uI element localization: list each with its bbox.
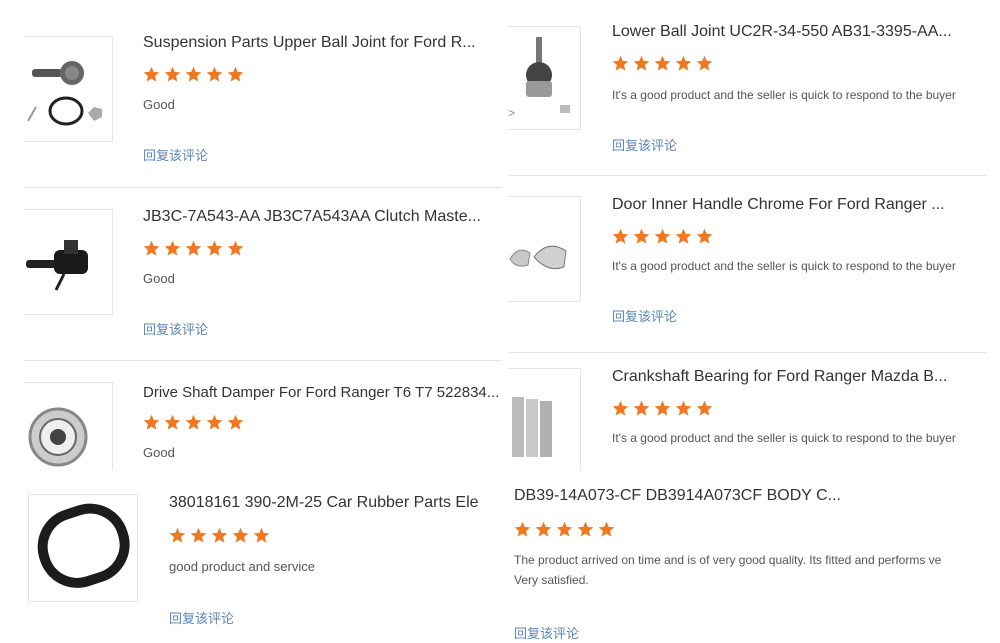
star-icon [535,521,552,537]
clutch-master-cylinder-image[interactable] [24,209,113,315]
ball-joint-lower-image[interactable]: > [508,26,581,130]
star-icon [696,228,713,244]
star-icon [654,55,671,71]
star-icon [206,414,223,430]
reply-link[interactable]: 回复该评论 [143,319,208,338]
star-icon [169,527,186,543]
rating-stars [169,527,270,544]
star-icon [206,240,223,256]
drive-shaft-damper-image[interactable] [24,382,113,470]
star-icon [556,521,573,537]
review-comment: good product and service [169,559,315,574]
review-card: Drive Shaft Damper For Ford Ranger T6 T7… [24,364,502,470]
star-icon [185,240,202,256]
rating-stars [612,228,713,245]
review-comment: Good [143,97,175,112]
review-product-title[interactable]: JB3C-7A543-AA JB3C7A543AA Clutch Maste..… [143,208,501,226]
rating-stars [612,400,713,417]
star-icon [185,66,202,82]
rating-stars [143,240,244,257]
star-icon [654,228,671,244]
review-card: JB3C-7A543-AA JB3C7A543AA Clutch Maste..… [24,190,502,361]
star-icon [633,228,650,244]
door-handle-image[interactable] [508,196,581,302]
star-icon [612,400,629,416]
star-icon [190,527,207,543]
star-icon [185,414,202,430]
star-icon [253,527,270,543]
star-icon [675,228,692,244]
svg-text:>: > [508,106,515,120]
star-icon [143,66,160,82]
star-icon [633,400,650,416]
review-card: > Lower Ball Joint UC2R-34-550 AB31-3395… [508,10,986,176]
review-comment-line-2: Very satisfied. [514,573,589,587]
star-icon [143,414,160,430]
reply-link[interactable]: 回复该评论 [143,145,208,164]
review-product-title[interactable]: Lower Ball Joint UC2R-34-550 AB31-3395-A… [612,23,972,41]
reply-link[interactable]: 回复该评论 [169,608,234,627]
divider [508,352,986,353]
star-icon [164,66,181,82]
review-product-title[interactable]: Suspension Parts Upper Ball Joint for Fo… [143,34,501,52]
star-icon [612,55,629,71]
review-comment: The product arrived on time and is of ve… [514,553,942,567]
rating-stars [514,521,615,538]
review-product-title[interactable]: Crankshaft Bearing for Ford Ranger Mazda… [612,368,972,386]
review-comment: It's a good product and the seller is qu… [612,88,956,102]
star-icon [143,240,160,256]
star-icon [577,521,594,537]
star-icon [227,414,244,430]
divider [508,175,986,176]
review-card: Crankshaft Bearing for Ford Ranger Mazda… [508,354,986,470]
star-icon [164,240,181,256]
star-icon [227,240,244,256]
reply-link[interactable]: 回复该评论 [612,135,677,154]
divider [24,360,502,361]
review-card: Suspension Parts Upper Ball Joint for Fo… [24,20,502,188]
divider [24,187,502,188]
star-icon [598,521,615,537]
review-product-title[interactable]: Door Inner Handle Chrome For Ford Ranger… [612,196,972,214]
review-comment: Good [143,445,175,460]
review-card: 38018161 390-2M-25 Car Rubber Parts Ele … [0,472,504,643]
review-card: Door Inner Handle Chrome For Ford Ranger… [508,182,986,353]
star-icon [211,527,228,543]
review-comment: It's a good product and the seller is qu… [612,431,956,445]
star-icon [675,55,692,71]
rating-stars [612,55,713,72]
star-icon [696,55,713,71]
star-icon [164,414,181,430]
review-card: DB39-14A073-CF DB3914A073CF BODY C... Th… [504,472,1000,643]
star-icon [633,55,650,71]
star-icon [227,66,244,82]
review-product-title[interactable]: 38018161 390-2M-25 Car Rubber Parts Ele [169,494,504,512]
rating-stars [143,66,244,83]
reply-link[interactable]: 回复该评论 [612,306,677,325]
star-icon [232,527,249,543]
star-icon [654,400,671,416]
star-icon [514,521,531,537]
review-comment: It's a good product and the seller is qu… [612,259,956,273]
rating-stars [143,414,244,431]
reply-link[interactable]: 回复该评论 [514,623,579,642]
ball-joint-upper-image[interactable] [24,36,113,142]
review-product-title[interactable]: DB39-14A073-CF DB3914A073CF BODY C... [514,487,894,505]
star-icon [675,400,692,416]
star-icon [696,400,713,416]
star-icon [206,66,223,82]
review-product-title[interactable]: Drive Shaft Damper For Ford Ranger T6 T7… [143,384,501,401]
crankshaft-bearing-image[interactable] [508,368,581,470]
review-comment: Good [143,271,175,286]
rubber-belt-image[interactable] [28,494,138,602]
star-icon [612,228,629,244]
